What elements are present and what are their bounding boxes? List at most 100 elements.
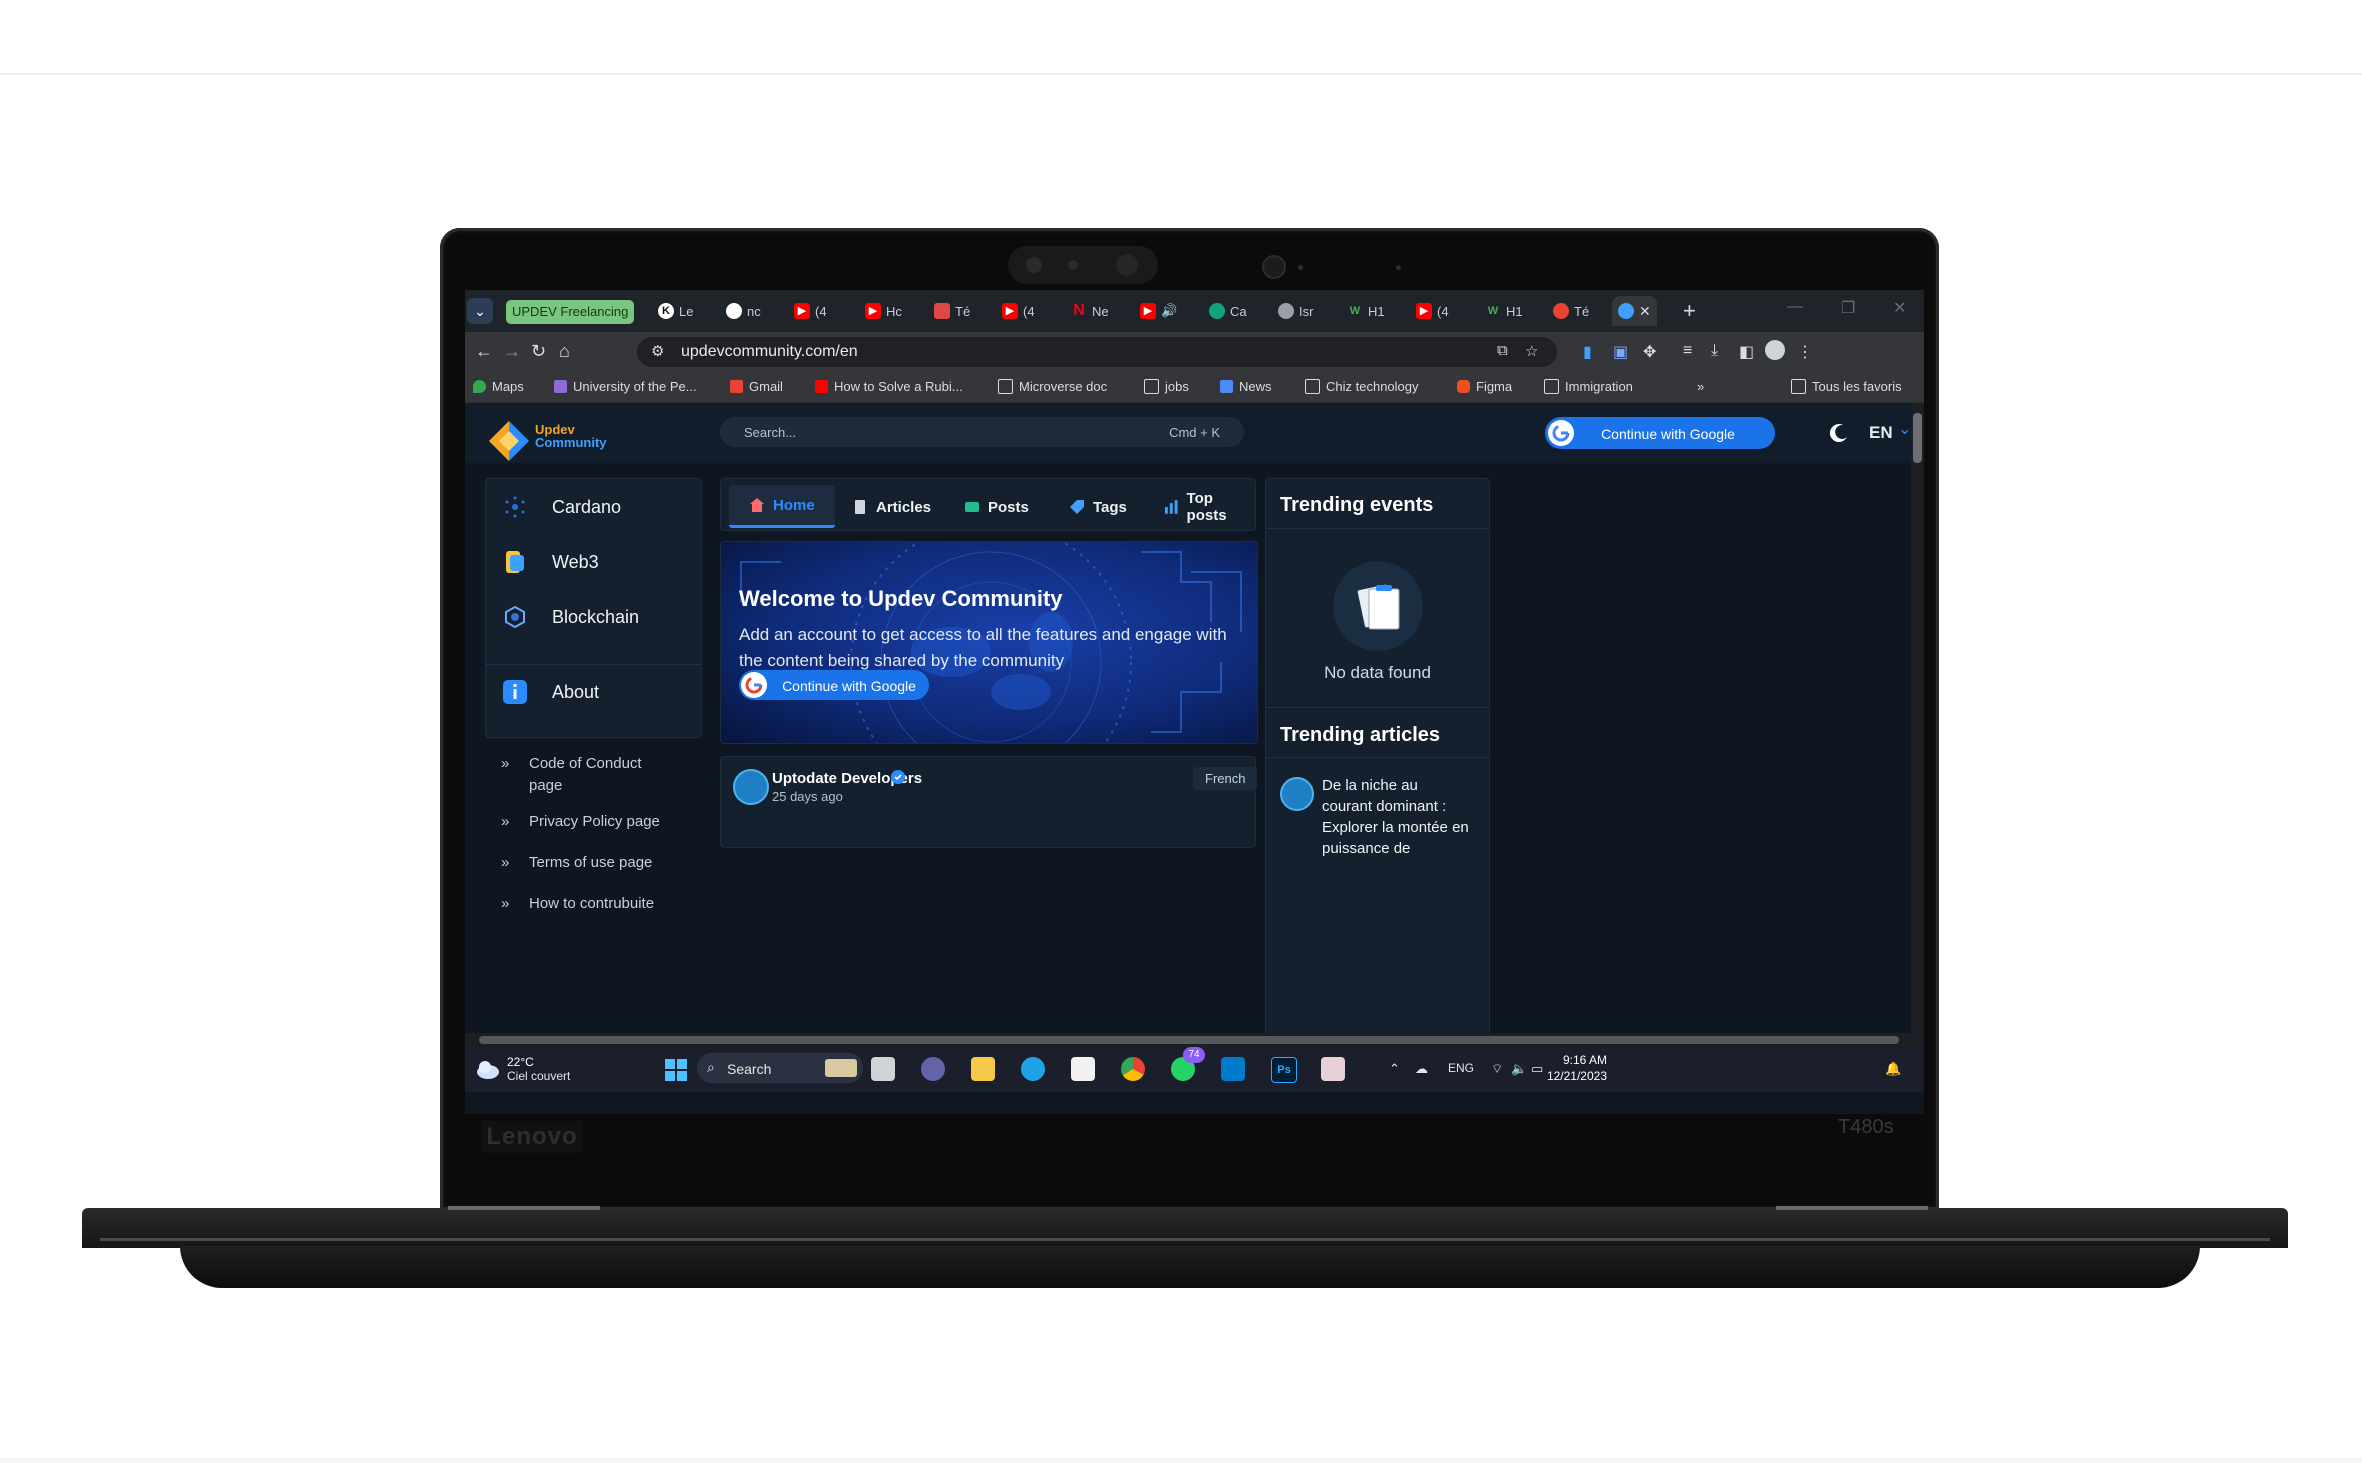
bookmark-star-icon[interactable]: ☆ [1525, 342, 1538, 360]
snipping-tool-icon[interactable] [1321, 1057, 1345, 1081]
profile-avatar[interactable] [1765, 340, 1785, 360]
footer-link-terms[interactable]: » Terms of use page [501, 852, 652, 874]
bookmark-item[interactable]: Immigration [1544, 379, 1633, 394]
reload-button[interactable]: ↻ [531, 341, 546, 362]
wifi-icon[interactable]: ⌔ [1491, 1061, 1503, 1077]
close-window-button[interactable]: ✕ [1893, 298, 1906, 318]
tab-posts[interactable]: Posts [964, 490, 1029, 524]
file-explorer-icon[interactable] [971, 1057, 995, 1081]
home-button[interactable]: ⌂ [559, 341, 570, 362]
extensions-puzzle-icon[interactable]: ✥ [1643, 342, 1656, 362]
language-selector[interactable]: EN [1869, 423, 1893, 443]
sidebar-item-web3[interactable]: Web3 [502, 549, 599, 575]
tab-search-button[interactable]: ⌄ [467, 298, 493, 324]
task-view-icon[interactable] [871, 1057, 895, 1081]
restore-button[interactable]: ❐ [1841, 298, 1855, 318]
bookmark-item[interactable]: Maps [473, 379, 524, 394]
address-bar[interactable]: ⚙ updevcommunity.com/en ⧉ ☆ [637, 337, 1557, 367]
active-browser-tab[interactable]: ✕ [1612, 296, 1657, 326]
store-icon[interactable] [1071, 1057, 1095, 1081]
browser-tab[interactable]: Isr [1278, 296, 1313, 326]
side-panel-icon[interactable]: ◧ [1739, 342, 1754, 362]
site-settings-icon[interactable]: ⚙ [651, 342, 664, 360]
bookmark-item[interactable]: Microverse doc [998, 379, 1107, 394]
media-control-icon[interactable]: ≡ [1683, 342, 1692, 360]
minimize-button[interactable]: — [1787, 298, 1803, 316]
continue-with-google-button[interactable]: Continue with Google [1545, 417, 1775, 449]
chevron-down-icon[interactable]: ⌄ [1898, 419, 1911, 439]
tab-articles[interactable]: Articles [852, 490, 931, 524]
tab-home[interactable]: Home [729, 485, 835, 528]
input-language[interactable]: ENG [1448, 1061, 1474, 1075]
browser-tab[interactable]: ▶ Hc [865, 296, 902, 326]
weather-widget[interactable]: 22°C Ciel couvert [475, 1055, 570, 1083]
bookmark-item[interactable]: How to Solve a Rubi... [815, 379, 963, 394]
volume-icon[interactable]: 🔈 [1511, 1061, 1527, 1077]
browser-tab[interactable]: K Le [658, 296, 693, 326]
browser-tab[interactable]: Ca [1209, 296, 1247, 326]
translate-icon[interactable]: ▣ [1613, 342, 1628, 362]
footer-link-code-of-conduct[interactable]: » Code of Conduct page [501, 753, 669, 797]
windows-start-icon[interactable] [665, 1059, 687, 1081]
all-bookmarks-folder[interactable]: Tous les favoris [1791, 379, 1902, 394]
hero-google-button[interactable]: Continue with Google [739, 670, 929, 700]
close-tab-icon[interactable]: ✕ [1639, 303, 1651, 320]
footer-link-contribute[interactable]: » How to contrubuite [501, 893, 654, 915]
chrome-menu-icon[interactable]: ⋮ [1797, 342, 1813, 362]
bookmark-item[interactable]: jobs [1144, 379, 1189, 394]
more-bookmarks-icon[interactable]: » [1697, 379, 1704, 394]
system-clock[interactable]: 9:16 AM 12/21/2023 [1537, 1052, 1607, 1084]
extension-icon[interactable]: ▮ [1583, 342, 1592, 362]
back-button[interactable]: ← [475, 341, 493, 362]
site-search-input[interactable]: Search... Cmd + K [720, 417, 1244, 447]
install-app-icon[interactable]: ⧉ [1497, 342, 1508, 359]
empty-state-circle [1333, 561, 1423, 651]
footer-link-privacy[interactable]: » Privacy Policy page [501, 811, 660, 833]
browser-tab[interactable]: ▶ (4 [1002, 296, 1035, 326]
teams-icon[interactable] [921, 1057, 945, 1081]
browser-tab[interactable]: W H1 [1347, 296, 1385, 326]
forward-button[interactable]: → [503, 341, 521, 362]
browser-tab[interactable]: N Ne [1071, 296, 1108, 326]
browser-tab[interactable]: nc [726, 296, 761, 326]
browser-tab[interactable]: Té [934, 296, 970, 326]
tab-top-posts[interactable]: Top posts [1163, 490, 1255, 524]
browser-tab[interactable]: ▶ 🔊 [1140, 296, 1177, 326]
scrollbar-thumb[interactable] [479, 1036, 1899, 1044]
show-hidden-icons-chevron-icon[interactable]: ⌃ [1389, 1061, 1400, 1077]
bookmark-item[interactable]: University of the Pe... [554, 379, 697, 394]
vscode-icon[interactable] [1221, 1057, 1245, 1081]
updev-logo[interactable]: Updev Community [487, 419, 607, 468]
tab-group-chip[interactable]: UPDEV Freelancing [506, 300, 635, 324]
sidebar-item-blockchain[interactable]: Blockchain [502, 604, 639, 630]
hinge-right [1776, 1206, 1928, 1210]
bookmark-item[interactable]: Figma [1457, 379, 1512, 394]
sidebar-item-cardano[interactable]: Cardano [502, 494, 621, 520]
browser-tab[interactable]: Té [1553, 296, 1589, 326]
photoshop-icon[interactable]: Ps [1271, 1057, 1297, 1083]
browser-tab[interactable]: W H1 [1485, 296, 1523, 326]
article-author-avatar[interactable] [1280, 777, 1314, 811]
trending-article-title[interactable]: De la niche au courant dominant : Explor… [1322, 775, 1472, 859]
browser-tab[interactable]: ▶ (4 [1416, 296, 1449, 326]
download-icon[interactable]: ⤓ [1711, 342, 1718, 360]
browser-tab[interactable]: ▶ (4 [794, 296, 827, 326]
post-card[interactable]: Uptodate Developers 25 days ago French [720, 756, 1258, 848]
horizontal-scrollbar[interactable] [465, 1033, 1924, 1047]
scrollbar-thumb[interactable] [1913, 413, 1922, 463]
vertical-scrollbar[interactable] [1911, 403, 1924, 1033]
chrome-icon[interactable] [1121, 1057, 1145, 1081]
notification-bell-icon[interactable]: 🔔 [1885, 1061, 1901, 1077]
new-tab-button[interactable]: + [1683, 298, 1696, 324]
author-avatar[interactable] [733, 769, 769, 805]
sidebar-item-about[interactable]: About [502, 679, 599, 705]
bookmark-item[interactable]: News [1220, 379, 1272, 394]
bookmark-item[interactable]: Gmail [730, 379, 783, 394]
tab-tags[interactable]: Tags [1069, 490, 1127, 524]
taskbar-search[interactable]: ⌕ Search [697, 1053, 863, 1083]
edge-icon[interactable] [1021, 1057, 1045, 1081]
bookmark-item[interactable]: Chiz technology [1305, 379, 1419, 394]
dark-mode-toggle-icon[interactable] [1829, 423, 1849, 443]
url-text[interactable]: updevcommunity.com/en [681, 343, 858, 361]
onedrive-cloud-icon[interactable]: ☁ [1415, 1061, 1428, 1077]
